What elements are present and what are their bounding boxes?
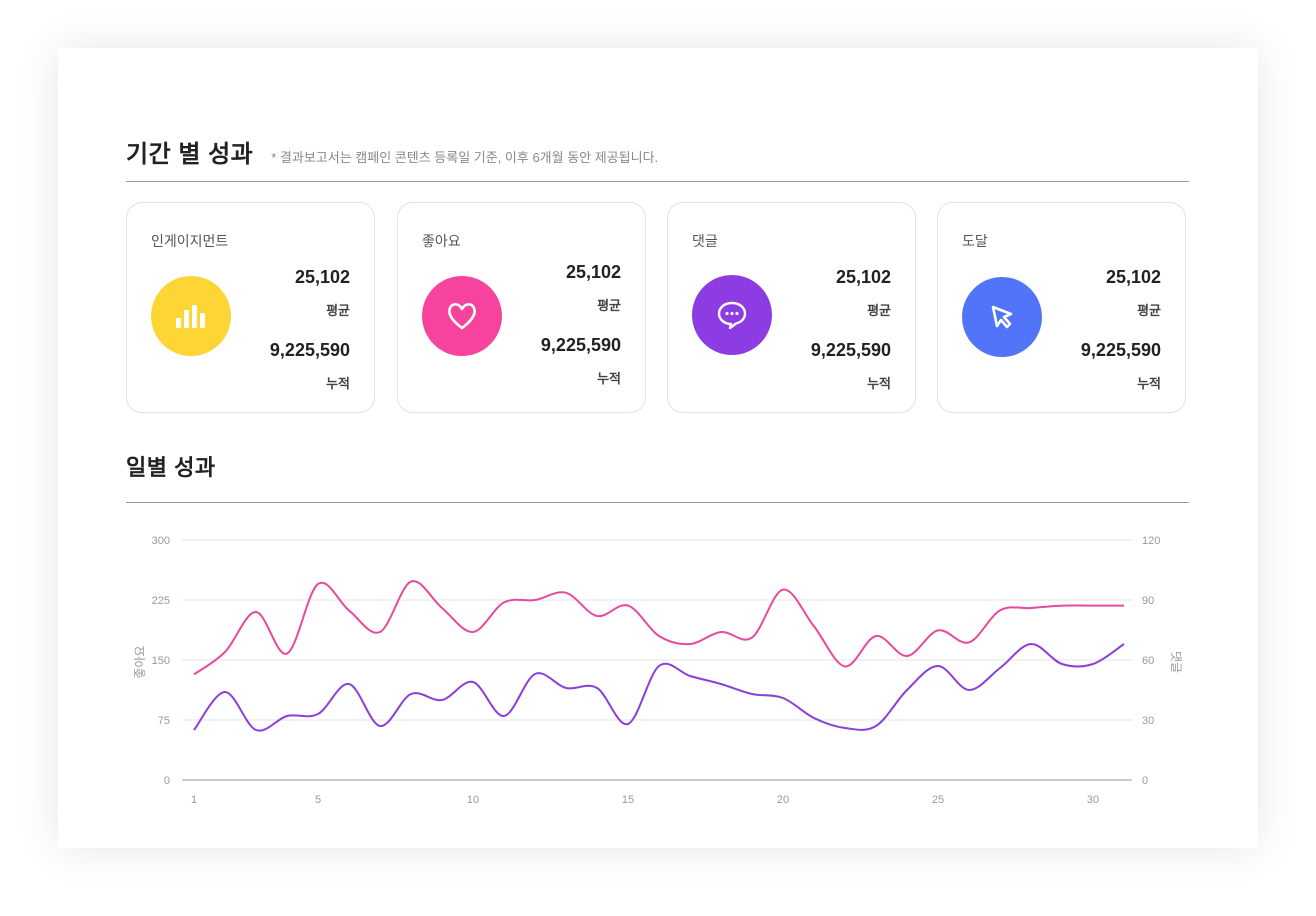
y-right-tick-label: 30: [1142, 715, 1154, 727]
x-tick-label: 15: [622, 794, 634, 806]
average-value: 25,102: [1105, 267, 1161, 287]
y-right-tick-label: 90: [1142, 595, 1154, 607]
series-line: [193, 643, 1125, 732]
daily-divider: [126, 502, 1189, 503]
average-value: 25,102: [835, 267, 891, 287]
total-label: 누적: [326, 376, 350, 391]
engagement-card: 인게이지먼트 25,102 평균 9,225,590 누적: [126, 202, 375, 413]
y-left-tick-label: 225: [152, 595, 170, 607]
total-value: 9,225,590: [269, 340, 350, 360]
x-tick-label: 10: [467, 794, 479, 806]
x-tick-label: 30: [1087, 794, 1099, 806]
reach-card: 도달 25,102 평균 9,225,590 누적: [937, 202, 1186, 413]
y-left-tick-label: 300: [152, 535, 170, 547]
likes-card: 좋아요 25,102 평균 9,225,590 누적: [397, 202, 646, 413]
card-label: 좋아요: [422, 233, 461, 249]
comment-icon: [692, 275, 772, 355]
daily-section-title: 일별 성과: [126, 455, 216, 480]
y-right-axis-label: 댓글: [1169, 651, 1183, 673]
daily-section-header: 일별 성과: [126, 450, 216, 482]
total-label: 누적: [1137, 376, 1161, 391]
x-tick-label: 20: [777, 794, 789, 806]
comments-card: 댓글 25,102 평균 9,225,590 누적: [667, 202, 916, 413]
period-section-note: * 결과보고서는 캠페인 콘텐츠 등록일 기준, 이후 6개월 동안 제공됩니다…: [271, 150, 659, 165]
period-section-header: 기간 별 성과 * 결과보고서는 캠페인 콘텐츠 등록일 기준, 이후 6개월 …: [126, 134, 658, 169]
y-left-tick-label: 0: [164, 775, 170, 787]
y-left-axis-label: 좋아요: [133, 645, 147, 678]
bar-chart-icon: [151, 276, 231, 356]
average-label: 평균: [597, 298, 621, 313]
card-label: 댓글: [692, 233, 718, 249]
y-right-tick-label: 60: [1142, 655, 1154, 667]
y-left-tick-label: 75: [158, 715, 170, 727]
average-label: 평균: [867, 303, 891, 318]
y-right-tick-label: 0: [1142, 775, 1148, 787]
total-value: 9,225,590: [1080, 340, 1161, 360]
average-value: 25,102: [565, 262, 621, 282]
average-label: 평균: [1137, 303, 1161, 318]
daily-line-chart: 07515022530003060901201 5 10 15 20 25 30좋아요 댓글: [133, 535, 1183, 806]
average-label: 평균: [326, 303, 350, 318]
total-value: 9,225,590: [810, 340, 891, 360]
period-divider: [126, 181, 1189, 182]
y-right-tick-label: 120: [1142, 535, 1160, 547]
performance-panel: 기간 별 성과 * 결과보고서는 캠페인 콘텐츠 등록일 기준, 이후 6개월 …: [58, 48, 1258, 848]
average-value: 25,102: [294, 267, 350, 287]
card-label: 인게이지먼트: [151, 233, 229, 249]
heart-icon: [422, 276, 502, 356]
total-label: 누적: [867, 376, 891, 391]
x-tick-label: 25: [932, 794, 944, 806]
x-tick-label: 1: [191, 794, 197, 806]
card-label: 도달: [962, 233, 988, 249]
cursor-icon: [962, 277, 1042, 357]
total-label: 누적: [597, 371, 621, 386]
y-left-tick-label: 150: [152, 655, 170, 667]
period-section-title: 기간 별 성과: [126, 141, 254, 168]
total-value: 9,225,590: [540, 335, 621, 355]
x-tick-label: 5: [315, 794, 321, 806]
